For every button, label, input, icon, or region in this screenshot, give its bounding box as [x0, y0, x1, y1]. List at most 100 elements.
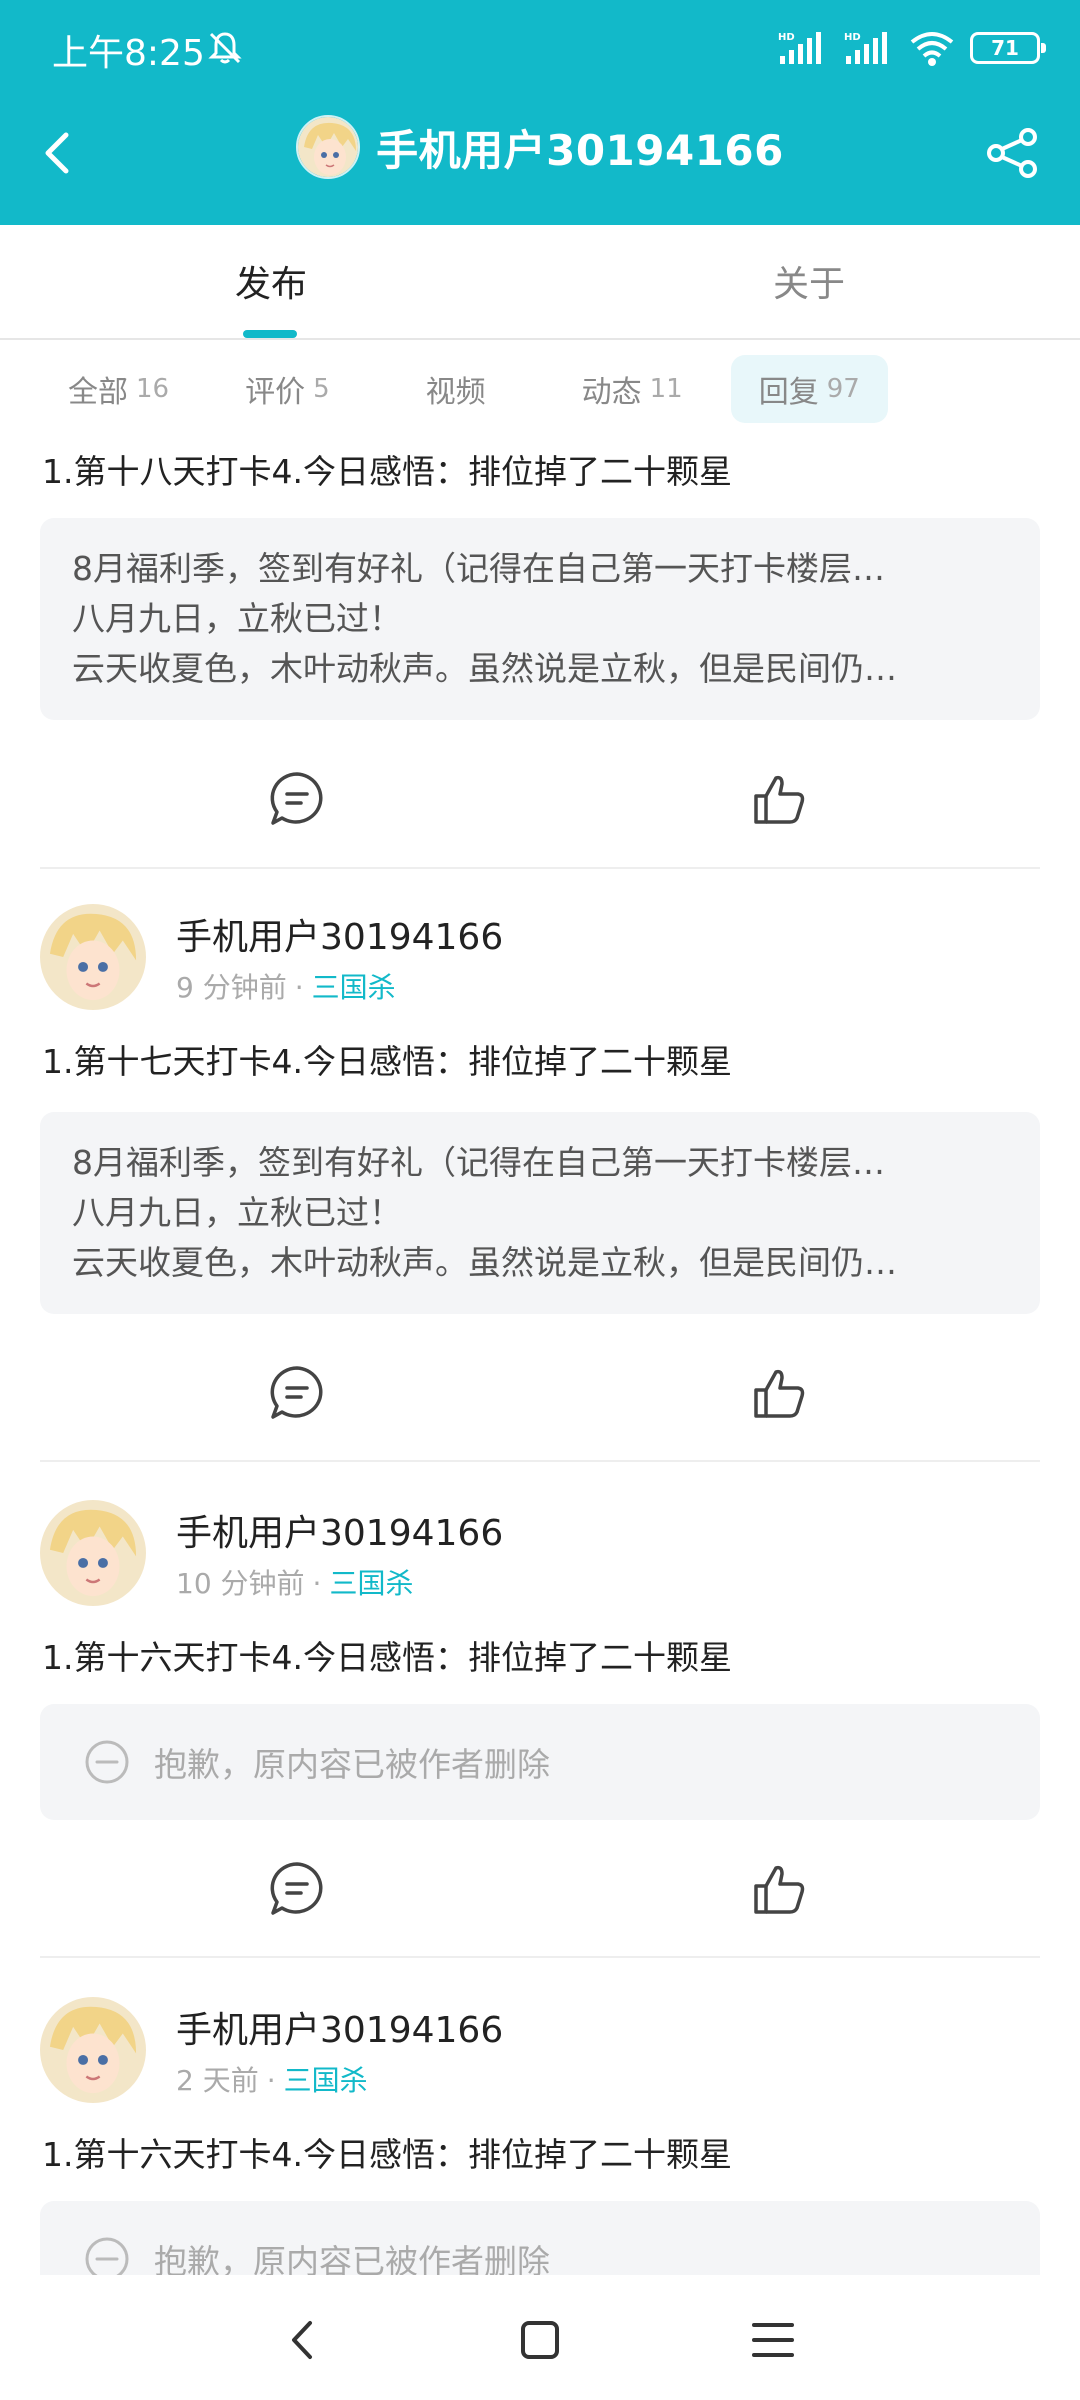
author-name[interactable]: 手机用户30194166 [176, 1504, 503, 1556]
like-icon[interactable] [750, 770, 808, 828]
signal-hd-icon: HD [778, 32, 821, 64]
post-title: 1.第十六天打卡4.今日感悟：排位掉了二十颗星 [42, 2135, 732, 2174]
deleted-text: 抱歉，原内容已被作者删除 [154, 1745, 550, 1784]
minus-circle-icon [85, 2237, 129, 2275]
svg-text:HD: HD [844, 32, 861, 43]
meta-separator: · [312, 1567, 322, 1600]
deleted-notice: 抱歉，原内容已被作者删除 [40, 1704, 1040, 1820]
quote-line: 八月九日，立秋已过！ [72, 1193, 402, 1232]
system-nav-bar [0, 2275, 1080, 2400]
post-title: 1.第十六天打卡4.今日感悟：排位掉了二十颗星 [42, 1638, 732, 1677]
svg-text:HD: HD [778, 32, 795, 43]
filter-label: 评价 [245, 375, 306, 410]
author-info: 手机用户30194166 10 分钟前 · 三国杀 [176, 1504, 503, 1602]
quote-line: 八月九日，立秋已过！ [72, 599, 402, 638]
filter-all[interactable]: 全部 16 [40, 355, 197, 423]
filter-videos[interactable]: 视频 [378, 355, 534, 423]
filter-label: 动态 [581, 375, 642, 410]
post-header: 手机用户30194166 10 分钟前 · 三国杀 [40, 1498, 503, 1608]
nav-center: 手机用户30194166 [0, 115, 1080, 179]
status-time: 上午8:25 [52, 33, 205, 74]
system-menu-icon[interactable] [748, 2315, 798, 2365]
quoted-post[interactable]: 8月福利季，签到有好礼（记得在自己第一天打卡楼层… 八月九日，立秋已过！ 云天收… [40, 1112, 1040, 1314]
list-item[interactable]: 手机用户30194166 2 天前 · 三国杀 1.第十六天打卡4.今日感悟：排位掉… [0, 1995, 1080, 2275]
filter-count: 11 [649, 374, 683, 404]
post-meta: 10 分钟前 · 三国杀 [176, 1562, 503, 1602]
comment-icon[interactable] [268, 1860, 326, 1918]
bell-muted-icon [208, 32, 242, 64]
post-meta: 2 天前 · 三国杀 [176, 2059, 503, 2099]
like-icon[interactable] [750, 1364, 808, 1422]
minus-circle-icon [85, 1740, 129, 1784]
quoted-post[interactable]: 8月福利季，签到有好礼（记得在自己第一天打卡楼层… 八月九日，立秋已过！ 云天收… [40, 518, 1040, 720]
tab-about[interactable]: 关于 [773, 255, 845, 307]
avatar-image [40, 904, 146, 1010]
author-name[interactable]: 手机用户30194166 [176, 2001, 503, 2053]
battery-level: 71 [991, 36, 1019, 60]
list-item[interactable]: 手机用户30194166 9 分钟前 · 三国杀 1.第十七天打卡4.今日感悟：排位… [0, 902, 1080, 1462]
tab-indicator [243, 330, 297, 338]
tab-publish[interactable]: 发布 [235, 255, 307, 307]
divider [40, 867, 1040, 869]
comment-icon[interactable] [268, 1364, 326, 1422]
quote-line: 云天收夏色，木叶动秋声。虽然说是立秋，但是民间仍… [72, 1243, 897, 1282]
post-time: 9 分钟前 [176, 971, 287, 1004]
author-name[interactable]: 手机用户30194166 [176, 908, 503, 960]
avatar-image [298, 117, 359, 177]
post-time: 10 分钟前 [176, 1567, 305, 1600]
avatar[interactable] [40, 1997, 146, 2103]
avatar[interactable] [40, 904, 146, 1010]
filter-chips: 全部 16 评价 5 视频 动态 11 回复 97 [40, 355, 888, 423]
filter-label: 全部 [68, 375, 128, 410]
post-header: 手机用户30194166 9 分钟前 · 三国杀 [40, 902, 503, 1012]
deleted-text: 抱歉，原内容已被作者删除 [154, 2242, 550, 2275]
avatar[interactable] [296, 115, 361, 179]
status-bar: 上午8:25 HD HD 71 [0, 0, 1080, 96]
battery-indicator: 71 [970, 32, 1046, 64]
quote-line: 8月福利季，签到有好礼（记得在自己第一天打卡楼层… [72, 1143, 885, 1182]
tab-bar: 发布 关于 [0, 225, 1080, 340]
author-info: 手机用户30194166 9 分钟前 · 三国杀 [176, 908, 503, 1006]
filter-label: 视频 [425, 375, 486, 410]
status-icons: HD HD 71 [776, 26, 1046, 70]
meta-separator: · [294, 971, 304, 1004]
system-home-icon[interactable] [515, 2315, 565, 2365]
comment-icon[interactable] [268, 770, 326, 828]
nav-bar: 手机用户30194166 [0, 105, 1080, 205]
avatar[interactable] [40, 1500, 146, 1606]
post-actions [0, 1860, 1080, 1920]
avatar-image [40, 1500, 146, 1606]
post-meta: 9 分钟前 · 三国杀 [176, 966, 503, 1006]
divider [40, 1460, 1040, 1462]
share-icon[interactable] [984, 125, 1040, 181]
like-icon[interactable] [750, 1860, 808, 1918]
filter-label: 回复 [758, 375, 819, 410]
post-feed: 1.第十八天打卡4.今日感悟：排位掉了二十颗星 8月福利季，签到有好礼（记得在自… [0, 430, 1080, 2275]
meta-separator: · [266, 2064, 276, 2097]
system-back-icon[interactable] [278, 2315, 328, 2365]
post-title: 1.第十八天打卡4.今日感悟：排位掉了二十颗星 [42, 452, 732, 491]
list-item[interactable]: 手机用户30194166 10 分钟前 · 三国杀 1.第十六天打卡4.今日感悟：排… [0, 1498, 1080, 1998]
filter-replies[interactable]: 回复 97 [730, 355, 888, 423]
filter-count: 16 [136, 374, 170, 404]
list-item[interactable]: 1.第十八天打卡4.今日感悟：排位掉了二十颗星 8月福利季，签到有好礼（记得在自… [0, 430, 1080, 870]
post-time: 2 天前 [176, 2064, 259, 2097]
game-tag[interactable]: 三国杀 [329, 1567, 413, 1600]
page-title: 手机用户30194166 [376, 125, 784, 175]
avatar-image [40, 1997, 146, 2103]
filter-count: 97 [826, 374, 860, 404]
filter-count: 5 [313, 374, 330, 404]
game-tag[interactable]: 三国杀 [284, 2064, 368, 2097]
signal-hd-icon-2: HD [844, 32, 887, 64]
wifi-icon [910, 32, 954, 66]
post-header: 手机用户30194166 2 天前 · 三国杀 [40, 1995, 503, 2105]
filter-moments[interactable]: 动态 11 [554, 355, 711, 423]
app-header: 上午8:25 HD HD 71 手机用户30194166 [0, 0, 1080, 225]
post-title: 1.第十七天打卡4.今日感悟：排位掉了二十颗星 [42, 1042, 732, 1081]
game-tag[interactable]: 三国杀 [312, 971, 396, 1004]
filter-reviews[interactable]: 评价 5 [217, 355, 358, 423]
divider [40, 1956, 1040, 1958]
post-actions [0, 770, 1080, 830]
post-actions [0, 1364, 1080, 1424]
deleted-notice: 抱歉，原内容已被作者删除 [40, 2201, 1040, 2275]
